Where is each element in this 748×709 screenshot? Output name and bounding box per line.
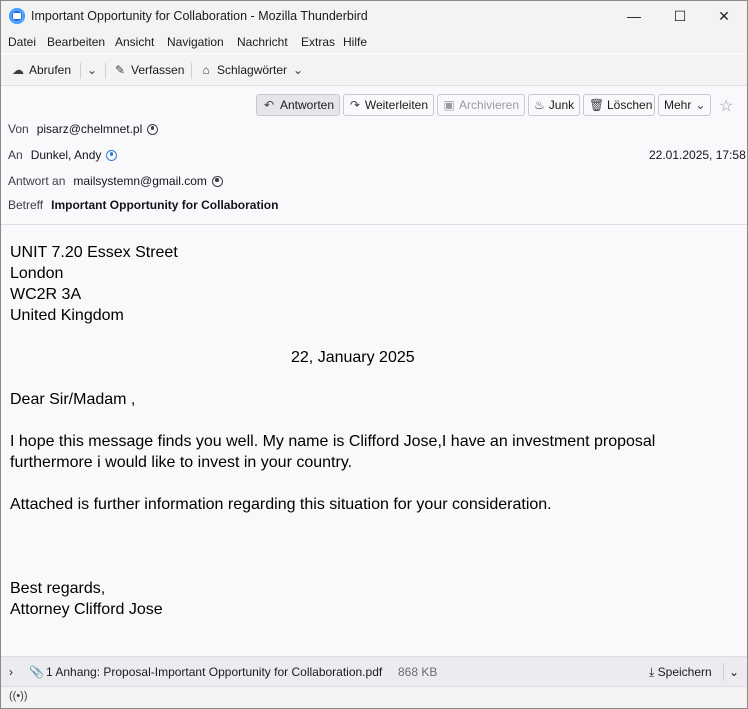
reply-label: Antworten — [279, 98, 334, 112]
paperclip-icon: 📎 — [29, 665, 44, 679]
subject-value: Important Opportunity for Collaboration — [51, 198, 279, 212]
compose-label: Verfassen — [131, 63, 185, 77]
add-contact-icon[interactable] — [147, 123, 159, 135]
from-label: Von — [8, 122, 29, 136]
reply-to-label: Antwort an — [8, 174, 66, 188]
download-icon: ⤓ — [649, 665, 655, 679]
archive-button[interactable]: ▣ Archivieren — [437, 94, 525, 116]
get-messages-label: Abrufen — [29, 63, 72, 77]
menu-datei[interactable]: Datei — [8, 35, 36, 49]
junk-button[interactable]: ♨ Junk — [528, 94, 580, 116]
menu-ansicht[interactable]: Ansicht — [115, 35, 154, 49]
body-paragraph-line: I hope this message finds you well. My n… — [10, 433, 656, 450]
chevron-down-icon[interactable]: ⌄ — [729, 665, 739, 679]
body-paragraph-line: furthermore i would like to invest in yo… — [10, 454, 353, 471]
signature: Attorney Clifford Jose — [10, 601, 163, 618]
forward-button[interactable]: ↷ Weiterleiten — [343, 94, 434, 116]
thunderbird-logo-icon — [9, 8, 25, 24]
attachment-name[interactable]: 1 Anhang: Proposal-Important Opportunity… — [46, 665, 382, 679]
message-date: 22.01.2025, 17:58 — [649, 148, 746, 162]
forward-arrow-icon: ↷ — [349, 98, 360, 112]
save-label: Speichern — [657, 665, 712, 679]
menu-navigation[interactable]: Navigation — [167, 35, 224, 49]
star-icon[interactable]: ☆ — [719, 96, 733, 116]
more-button[interactable]: Mehr ⌄ — [658, 94, 711, 116]
get-messages-dropdown[interactable]: ⌄ — [85, 60, 99, 80]
address-line: WC2R 3A — [10, 286, 82, 303]
get-messages-button[interactable]: ☁ Abrufen — [11, 60, 71, 80]
message-body: UNIT 7.20 Essex Street London WC2R 3A Un… — [1, 225, 747, 655]
to-label: An — [8, 148, 23, 162]
message-header-pane: ↶ Antworten ↷ Weiterleiten ▣ Archivieren… — [1, 87, 747, 225]
pencil-icon: ✎ — [114, 63, 126, 77]
tags-label: Schlagwörter — [217, 63, 288, 77]
more-label: Mehr — [664, 98, 692, 112]
subject-row: Betreff Important Opportunity for Collab… — [8, 198, 278, 212]
expand-chevron-icon[interactable]: › — [9, 665, 13, 679]
greeting: Dear Sir/Madam , — [10, 391, 136, 408]
menu-extras[interactable]: Extras — [301, 35, 335, 49]
address-line: London — [10, 265, 64, 282]
minimize-button[interactable]: — — [611, 1, 657, 31]
junk-label: Junk — [548, 98, 575, 112]
from-address[interactable]: pisarz@chelmnet.pl — [37, 122, 143, 136]
chevron-down-icon: ⌄ — [695, 98, 706, 112]
address-line: UNIT 7.20 Essex Street — [10, 244, 178, 261]
delete-label: Löschen — [607, 98, 653, 112]
menu-nachricht[interactable]: Nachricht — [237, 35, 288, 49]
closing: Best regards, — [10, 580, 106, 597]
status-bar: ((•)) — [1, 686, 747, 708]
contact-icon[interactable] — [106, 149, 118, 161]
toolbar-divider — [191, 63, 192, 79]
address-line: United Kingdom — [10, 307, 124, 324]
toolbar-divider — [80, 63, 81, 79]
letter-date: 22, January 2025 — [291, 349, 415, 366]
maximize-button[interactable]: ☐ — [657, 1, 703, 31]
attachment-bar[interactable]: › 📎 1 Anhang: Proposal-Important Opportu… — [1, 656, 747, 687]
main-toolbar: ☁ Abrufen ⌄ ✎ Verfassen ⌂ Schlagwörter ⌄ — [1, 55, 747, 86]
window-title: Important Opportunity for Collaboration … — [31, 9, 368, 23]
reply-button[interactable]: ↶ Antworten — [256, 94, 340, 116]
to-address[interactable]: Dunkel, Andy — [31, 148, 102, 162]
to-row: An Dunkel, Andy — [8, 148, 118, 162]
trash-icon: 🗑 — [589, 98, 605, 112]
from-row: Von pisarz@chelmnet.pl — [8, 122, 159, 136]
attachment-divider — [723, 663, 724, 681]
reply-to-row: Antwort an mailsystemn@gmail.com — [8, 174, 223, 188]
archive-label: Archivieren — [458, 98, 519, 112]
reply-arrow-icon: ↶ — [263, 98, 275, 112]
subject-label: Betreff — [8, 198, 44, 212]
menu-bar: Datei Bearbeiten Ansicht Navigation Nach… — [1, 31, 747, 53]
chevron-down-icon: ⌄ — [293, 63, 304, 77]
flame-icon: ♨ — [534, 98, 545, 112]
forward-label: Weiterleiten — [364, 98, 428, 112]
delete-button[interactable]: 🗑 Löschen — [583, 94, 655, 116]
save-attachment-button[interactable]: ⤓ Speichern — [649, 665, 712, 680]
online-status-icon[interactable]: ((•)) — [9, 690, 28, 702]
chevron-down-icon: ⌄ — [86, 63, 98, 77]
thunderbird-window: Important Opportunity for Collaboration … — [0, 0, 748, 709]
add-contact-icon[interactable] — [211, 175, 223, 187]
menu-bearbeiten[interactable]: Bearbeiten — [47, 35, 105, 49]
close-button[interactable]: ✕ — [701, 1, 747, 31]
compose-button[interactable]: ✎ Verfassen — [113, 60, 184, 80]
archive-box-icon: ▣ — [443, 98, 455, 112]
menu-hilfe[interactable]: Hilfe — [343, 35, 367, 49]
title-bar: Important Opportunity for Collaboration … — [1, 1, 747, 31]
tag-icon: ⌂ — [202, 63, 210, 77]
reply-to-address[interactable]: mailsystemn@gmail.com — [73, 174, 207, 188]
attachment-size: 868 KB — [398, 665, 438, 679]
toolbar-divider — [105, 63, 106, 79]
download-cloud-icon: ☁ — [12, 63, 24, 77]
tags-button[interactable]: ⌂ Schlagwörter ⌄ — [199, 60, 305, 80]
body-paragraph: Attached is further information regardin… — [10, 496, 552, 513]
